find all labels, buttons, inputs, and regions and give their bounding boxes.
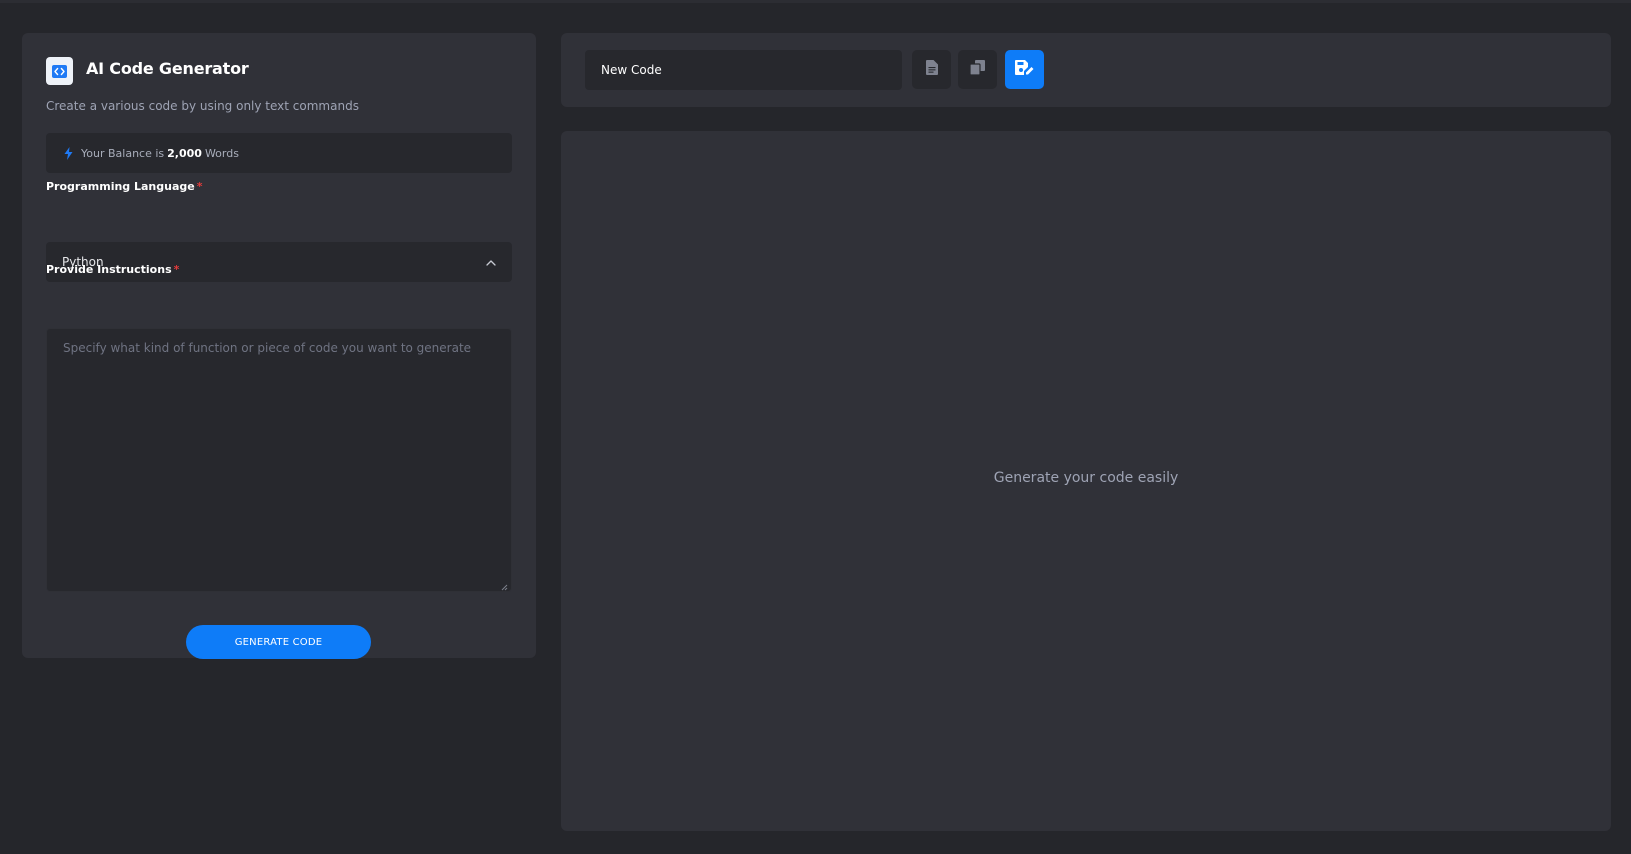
copy-icon bbox=[969, 60, 985, 79]
code-logo-icon bbox=[46, 57, 73, 85]
output-placeholder: Generate your code easily bbox=[993, 470, 1179, 486]
required-marker: * bbox=[196, 180, 203, 193]
new-document-button[interactable] bbox=[912, 50, 951, 89]
generator-form-panel: AI Code Generator Create a various code … bbox=[22, 33, 536, 659]
code-output-area: Generate your code easily bbox=[561, 131, 1611, 831]
balance-prefix: Your Balance is bbox=[81, 146, 165, 160]
top-edge bbox=[0, 0, 1631, 3]
save-button[interactable] bbox=[1005, 50, 1044, 89]
balance-amount: 2,000 bbox=[167, 146, 202, 160]
generate-code-button[interactable]: GENERATE CODE bbox=[186, 625, 371, 659]
balance-unit: Words bbox=[204, 146, 239, 160]
language-select[interactable]: Python bbox=[46, 242, 512, 282]
lightning-icon bbox=[64, 146, 73, 160]
app-title: AI Code Generator bbox=[86, 59, 249, 78]
instructions-textarea[interactable]: Specify what kind of function or piece o… bbox=[46, 328, 512, 592]
resize-handle-icon[interactable] bbox=[500, 580, 508, 591]
save-edit-icon bbox=[1015, 60, 1034, 79]
required-marker: * bbox=[173, 263, 180, 276]
instructions-placeholder: Specify what kind of function or piece o… bbox=[63, 341, 472, 355]
app-subtitle: Create a various code by using only text… bbox=[46, 99, 359, 113]
output-toolbar: New Code bbox=[561, 33, 1611, 107]
chevron-up-icon bbox=[486, 255, 496, 269]
copy-button[interactable] bbox=[958, 50, 997, 89]
balance-info: Your Balance is 2,000 Words bbox=[46, 133, 512, 173]
code-name-input[interactable]: New Code bbox=[585, 50, 902, 90]
instructions-label: Provide Instructions * bbox=[46, 263, 180, 276]
document-icon bbox=[925, 60, 938, 79]
language-label: Programming Language * bbox=[46, 180, 203, 193]
